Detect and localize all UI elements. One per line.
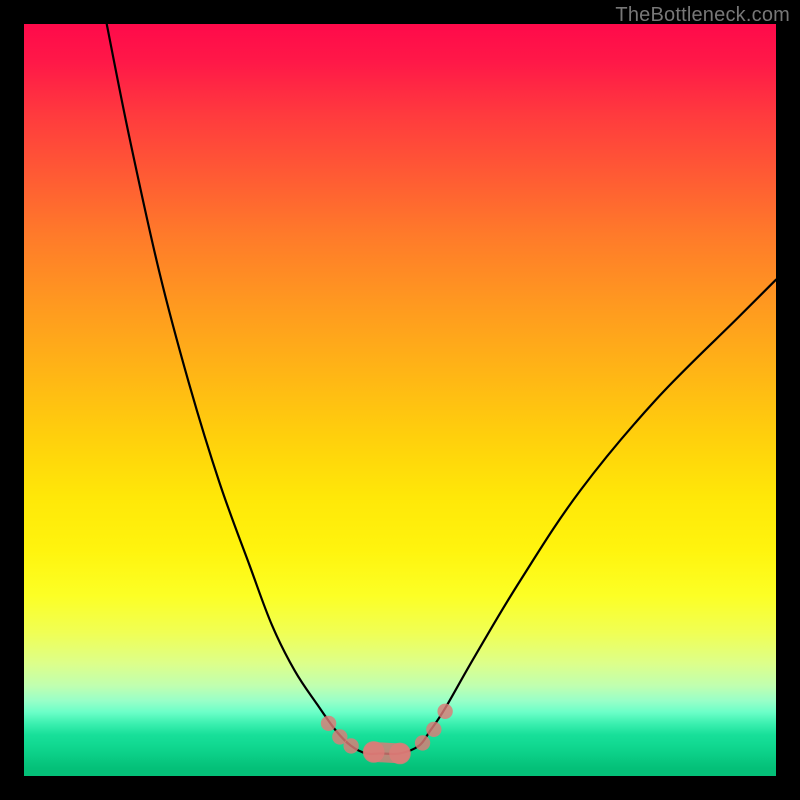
- curve-marker: [321, 716, 336, 731]
- plot-area: [24, 24, 776, 776]
- curve-marker: [389, 743, 411, 765]
- curve-marker: [343, 738, 358, 753]
- curve-layer: [24, 24, 776, 776]
- bottleneck-curve: [107, 24, 776, 754]
- marker-group: [321, 704, 453, 765]
- curve-marker: [363, 741, 385, 763]
- curve-marker: [426, 722, 441, 737]
- curve-marker: [437, 704, 452, 719]
- curve-marker: [415, 735, 430, 750]
- app-frame: TheBottleneck.com: [0, 0, 800, 800]
